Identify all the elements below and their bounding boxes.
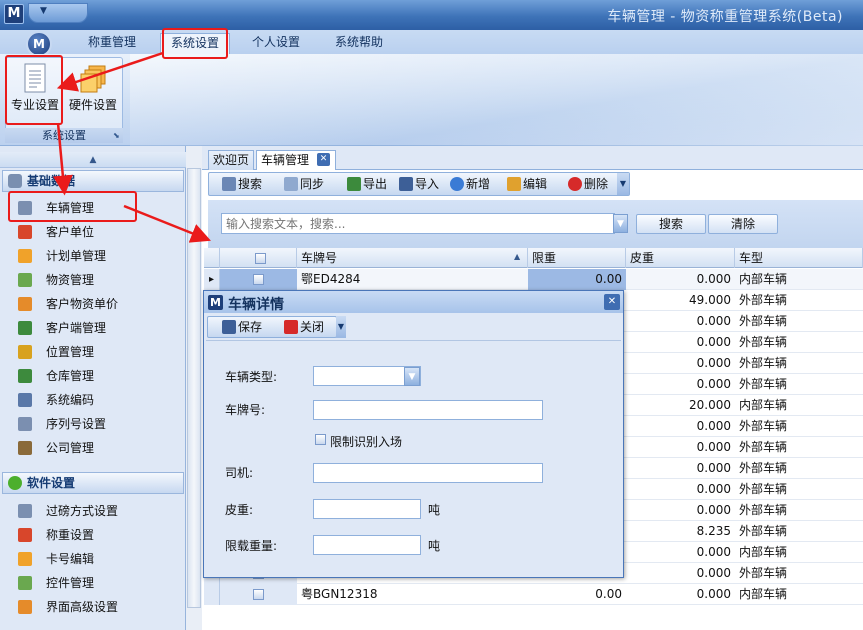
arrow-to-grid: [123, 204, 211, 243]
arrow-to-vehicle-management: [52, 122, 73, 196]
annotation-arrows: [52, 51, 211, 243]
arrow-to-professional-settings: [56, 51, 164, 92]
